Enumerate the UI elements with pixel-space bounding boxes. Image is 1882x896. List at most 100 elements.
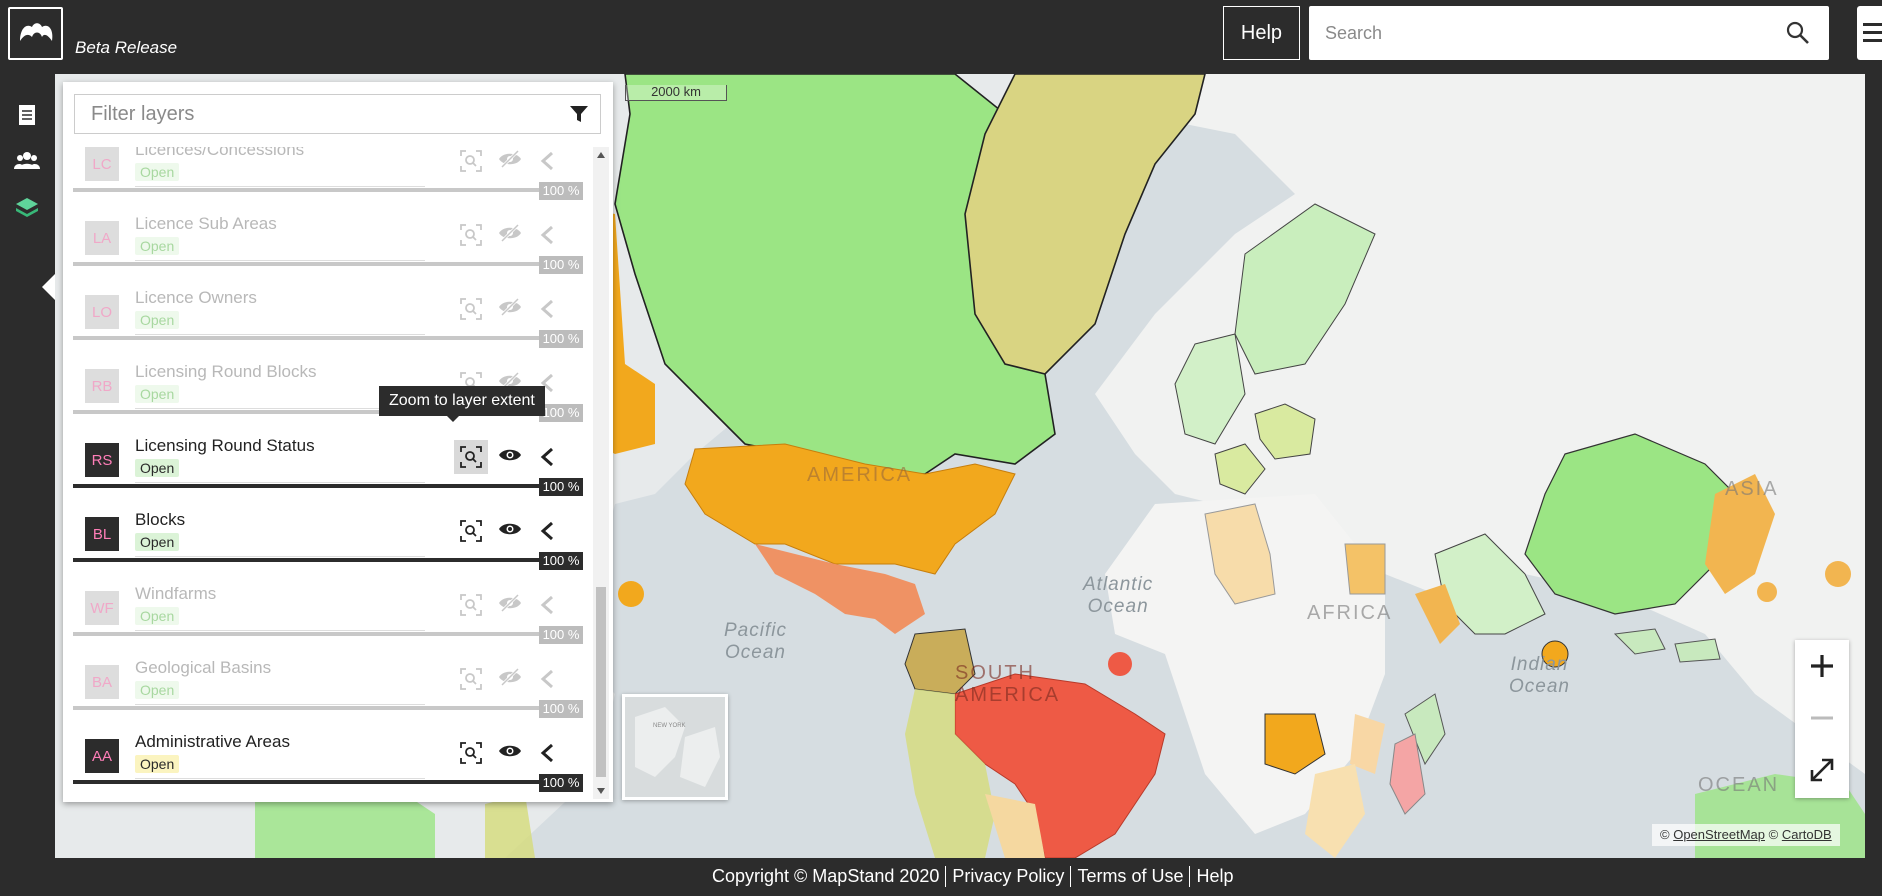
cartodb-link[interactable]: CartoDB bbox=[1782, 827, 1832, 842]
label-south-america: SOUTH AMERICA bbox=[955, 662, 1061, 706]
fullscreen-button[interactable] bbox=[1795, 744, 1849, 796]
layer-row[interactable]: RS Licensing Round Status Open 100 % bbox=[63, 428, 593, 502]
zoom-out-button[interactable] bbox=[1795, 692, 1849, 744]
layer-row[interactable]: LC Licences/Concessions Open 100 % bbox=[63, 147, 593, 206]
scroll-down-arrow[interactable] bbox=[597, 788, 605, 794]
search-input[interactable] bbox=[1325, 6, 1765, 60]
toggle-visibility-button[interactable] bbox=[493, 662, 527, 696]
zoom-to-extent-button[interactable] bbox=[454, 218, 488, 252]
openstreetmap-link[interactable]: OpenStreetMap bbox=[1673, 827, 1765, 842]
logo-icon bbox=[19, 22, 52, 41]
chevron-left-icon bbox=[540, 225, 553, 245]
opacity-value: 100 % bbox=[539, 404, 583, 422]
expand-icon bbox=[1810, 758, 1834, 782]
help-button[interactable]: Help bbox=[1223, 6, 1300, 60]
minimap[interactable]: NEW YORK bbox=[622, 694, 728, 800]
opacity-value: 100 % bbox=[539, 330, 583, 348]
opacity-slider[interactable] bbox=[73, 484, 547, 488]
search-icon[interactable] bbox=[1785, 20, 1811, 46]
chevron-left-icon bbox=[540, 595, 553, 615]
map-attribution: © OpenStreetMap © CartoDB bbox=[1652, 824, 1840, 846]
layer-list-scrollbar[interactable] bbox=[593, 147, 609, 799]
scroll-up-arrow[interactable] bbox=[597, 152, 605, 158]
copyright-text: Copyright © MapStand 2020 bbox=[712, 866, 940, 886]
chevron-left-icon bbox=[540, 743, 553, 763]
chevron-left-icon bbox=[540, 151, 553, 171]
eye-slash-icon bbox=[498, 593, 522, 618]
layer-divider bbox=[135, 186, 425, 187]
layer-code-badge: AA bbox=[85, 739, 119, 773]
layer-status-badge: Open bbox=[135, 755, 180, 773]
expand-layer-button[interactable] bbox=[530, 218, 564, 252]
layer-status-badge: Open bbox=[135, 459, 180, 477]
users-icon[interactable] bbox=[14, 148, 40, 174]
opacity-slider[interactable] bbox=[73, 262, 547, 266]
zoom-extent-icon bbox=[460, 224, 482, 246]
layers-icon[interactable] bbox=[14, 194, 40, 220]
toggle-visibility-button[interactable] bbox=[493, 147, 527, 178]
layer-row[interactable]: LO Licence Owners Open 100 % bbox=[63, 280, 593, 354]
toggle-visibility-button[interactable] bbox=[493, 514, 527, 548]
scroll-thumb[interactable] bbox=[596, 587, 606, 777]
filter-icon[interactable] bbox=[568, 103, 590, 125]
document-icon[interactable] bbox=[14, 102, 40, 128]
opacity-value: 100 % bbox=[539, 478, 583, 496]
layer-row[interactable]: LA Licence Sub Areas Open 100 % bbox=[63, 206, 593, 280]
layers-panel: LC Licences/Concessions Open 100 % LA Licence… bbox=[63, 82, 613, 802]
layer-row[interactable]: WF Windfarms Open 100 % bbox=[63, 576, 593, 650]
toggle-visibility-button[interactable] bbox=[493, 440, 527, 474]
layer-divider bbox=[135, 334, 425, 335]
layer-row[interactable]: AA Administrative Areas Open 100 % bbox=[63, 724, 593, 798]
opacity-slider[interactable] bbox=[73, 780, 547, 784]
opacity-slider[interactable] bbox=[73, 558, 547, 562]
layer-name: Licensing Round Status bbox=[135, 436, 315, 455]
zoom-to-extent-button[interactable] bbox=[454, 736, 488, 770]
label-pacific-ocean: Pacific Ocean bbox=[724, 620, 787, 663]
expand-layer-button[interactable] bbox=[530, 662, 564, 696]
expand-layer-button[interactable] bbox=[530, 440, 564, 474]
opacity-value: 100 % bbox=[539, 552, 583, 570]
toggle-visibility-button[interactable] bbox=[493, 588, 527, 622]
zoom-extent-icon bbox=[460, 446, 482, 468]
opacity-slider[interactable] bbox=[73, 188, 547, 192]
zoom-to-extent-button[interactable] bbox=[454, 588, 488, 622]
expand-layer-button[interactable] bbox=[530, 514, 564, 548]
zoom-to-extent-button[interactable] bbox=[454, 147, 488, 178]
layer-code-badge: WF bbox=[85, 591, 119, 625]
layer-code-badge: RS bbox=[85, 443, 119, 477]
chevron-left-icon bbox=[540, 521, 553, 541]
terms-of-use-link[interactable]: Terms of Use bbox=[1070, 866, 1189, 887]
layer-divider bbox=[135, 556, 425, 557]
expand-layer-button[interactable] bbox=[530, 736, 564, 770]
expand-layer-button[interactable] bbox=[530, 588, 564, 622]
label-asia: ASIA bbox=[1725, 478, 1779, 500]
zoom-extent-icon bbox=[460, 668, 482, 690]
expand-layer-button[interactable] bbox=[530, 147, 564, 178]
filter-layers-input[interactable] bbox=[91, 95, 551, 133]
layer-row[interactable]: BA Geological Basins Open 100 % bbox=[63, 650, 593, 724]
layer-status-badge: Open bbox=[135, 607, 180, 625]
zoom-to-extent-button[interactable] bbox=[454, 292, 488, 326]
toggle-visibility-button[interactable] bbox=[493, 292, 527, 326]
toggle-visibility-button[interactable] bbox=[493, 218, 527, 252]
layer-row[interactable]: BL Blocks Open 100 % bbox=[63, 502, 593, 576]
minimap-label: NEW YORK bbox=[653, 723, 686, 729]
footer-help-link[interactable]: Help bbox=[1189, 866, 1239, 887]
zoom-in-button[interactable] bbox=[1795, 640, 1849, 692]
expand-layer-button[interactable] bbox=[530, 292, 564, 326]
zoom-to-extent-button[interactable] bbox=[454, 662, 488, 696]
layer-code-badge: LC bbox=[85, 147, 119, 181]
mapstand-logo[interactable] bbox=[8, 7, 63, 60]
zoom-to-extent-button[interactable] bbox=[454, 514, 488, 548]
eye-slash-icon bbox=[498, 223, 522, 248]
privacy-policy-link[interactable]: Privacy Policy bbox=[945, 866, 1070, 887]
toggle-visibility-button[interactable] bbox=[493, 736, 527, 770]
opacity-slider[interactable] bbox=[73, 336, 547, 340]
hamburger-icon bbox=[1863, 23, 1882, 26]
menu-button[interactable] bbox=[1857, 6, 1882, 60]
zoom-to-extent-button[interactable] bbox=[454, 440, 488, 474]
opacity-slider[interactable] bbox=[73, 706, 547, 710]
opacity-slider[interactable] bbox=[73, 632, 547, 636]
beta-label: Beta Release bbox=[75, 38, 178, 57]
opacity-value: 100 % bbox=[539, 700, 583, 718]
